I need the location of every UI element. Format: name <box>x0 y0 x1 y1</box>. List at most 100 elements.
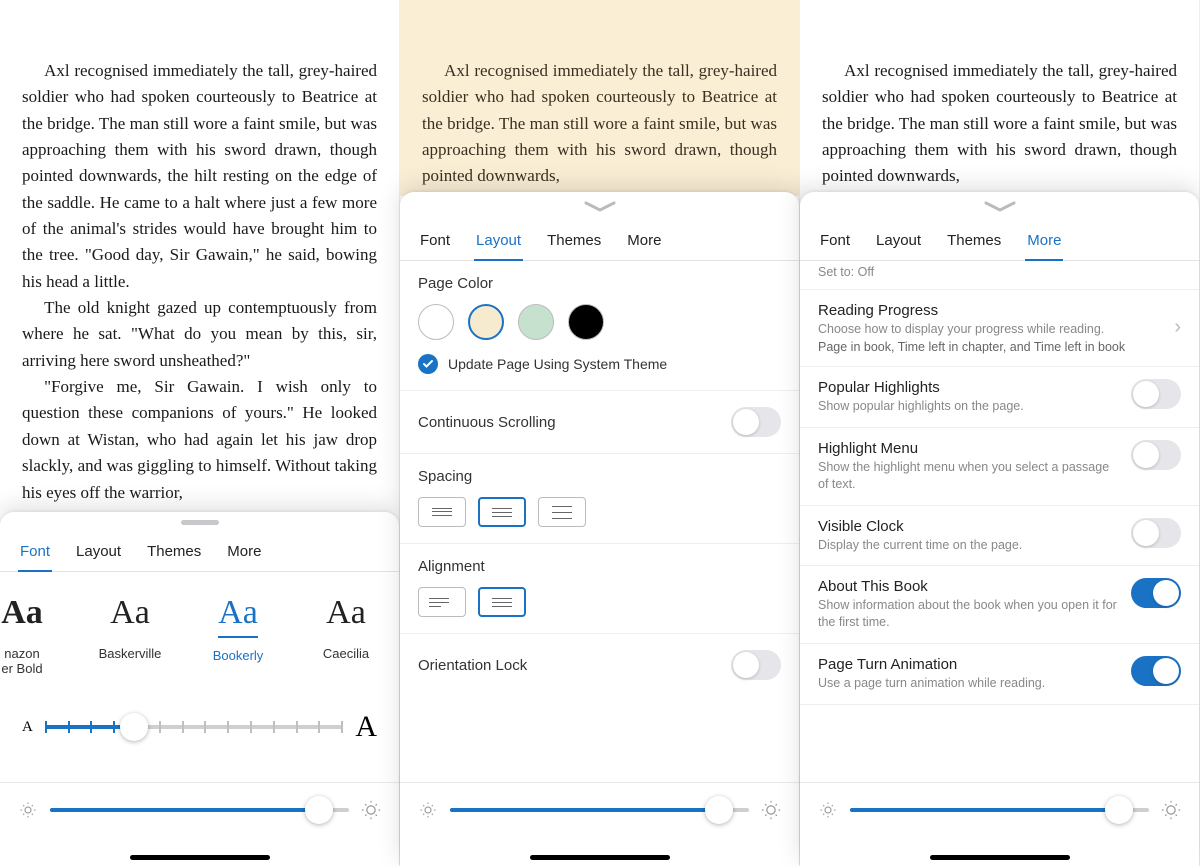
font-size-min-icon: A <box>22 719 33 736</box>
font-swatch: Aa <box>326 594 366 636</box>
brightness-bar <box>0 782 399 836</box>
item-subtitle: Display the current time on the page. <box>818 537 1121 554</box>
page-color-swatches <box>418 304 781 340</box>
system-theme-label: Update Page Using System Theme <box>448 356 667 372</box>
continuous-scrolling-toggle[interactable] <box>731 407 781 437</box>
brightness-slider[interactable] <box>850 808 1149 812</box>
sheet-collapse-icon[interactable] <box>980 198 1020 216</box>
brightness-low-icon <box>818 800 838 820</box>
more-item-about-this-book[interactable]: About This BookShow information about th… <box>800 566 1199 644</box>
home-indicator[interactable] <box>130 855 270 860</box>
toggle-switch[interactable] <box>1131 656 1181 686</box>
settings-tabs: Font Layout Themes More <box>800 218 1199 261</box>
section-title: Alignment <box>418 558 781 575</box>
check-icon <box>418 354 438 374</box>
alignment-left[interactable] <box>418 587 466 617</box>
toggle-switch[interactable] <box>1131 379 1181 409</box>
spacing-tight[interactable] <box>418 497 466 527</box>
settings-tabs: Font Layout Themes More <box>0 529 399 572</box>
item-subtitle: Use a page turn animation while reading. <box>818 675 1121 692</box>
settings-sheet-layout: Font Layout Themes More Page Color Updat… <box>400 192 799 866</box>
toggle-switch[interactable] <box>1131 518 1181 548</box>
font-option-bookerly[interactable]: Aa Bookerly <box>196 594 280 663</box>
toggle-switch[interactable] <box>1131 578 1181 608</box>
brightness-bar <box>400 782 799 836</box>
font-name-label: Caecilia <box>304 646 388 661</box>
tab-font[interactable]: Font <box>18 535 52 572</box>
item-title: Highlight Menu <box>818 440 1121 457</box>
page-color-green[interactable] <box>518 304 554 340</box>
page-color-black[interactable] <box>568 304 604 340</box>
brightness-slider[interactable] <box>50 808 349 812</box>
alignment-justify[interactable] <box>478 587 526 617</box>
item-title: Popular Highlights <box>818 379 1121 396</box>
more-settings-list: Reading ProgressChoose how to display yo… <box>800 290 1199 866</box>
page-color-white[interactable] <box>418 304 454 340</box>
book-paragraph: Axl recognised immediately the tall, gre… <box>22 58 377 295</box>
font-size-slider[interactable] <box>45 713 343 741</box>
home-indicator[interactable] <box>930 855 1070 860</box>
more-item-page-turn-animation[interactable]: Page Turn AnimationUse a page turn anima… <box>800 644 1199 705</box>
font-size-max-icon: A <box>355 710 377 744</box>
more-item-highlight-menu[interactable]: Highlight Menu Show the highlight menu wh… <box>800 428 1199 506</box>
settings-sheet-font: Font Layout Themes More Aa nazoner Bold … <box>0 512 399 866</box>
brightness-low-icon <box>418 800 438 820</box>
tab-more[interactable]: More <box>625 224 663 261</box>
font-name-label: nazoner Bold <box>0 646 64 676</box>
book-page-sepia: Axl recognised immediately the tall, gre… <box>400 0 799 196</box>
continuous-scrolling-row: Continuous Scrolling <box>400 391 799 454</box>
alignment-options <box>418 587 781 617</box>
reader-panel-more: Axl recognised immediately the tall, gre… <box>800 0 1200 866</box>
more-item-visible-clock[interactable]: Visible Clock Display the current time on… <box>800 506 1199 567</box>
tab-more[interactable]: More <box>1025 224 1063 261</box>
spacing-medium[interactable] <box>478 497 526 527</box>
sheet-collapse-icon[interactable] <box>580 198 620 216</box>
item-title: Visible Clock <box>818 518 1121 535</box>
chevron-right-icon: › <box>1174 316 1181 339</box>
item-subtitle: Show information about the book when you… <box>818 597 1121 631</box>
item-subtitle: Choose how to display your progress whil… <box>818 321 1164 338</box>
book-paragraph: Axl recognised immediately the tall, gre… <box>822 58 1177 190</box>
slider-thumb[interactable] <box>120 713 148 741</box>
more-item-reading-progress[interactable]: Reading ProgressChoose how to display yo… <box>800 290 1199 367</box>
book-paragraph: The old knight gazed up contemptuously f… <box>22 295 377 374</box>
tab-layout[interactable]: Layout <box>74 535 123 572</box>
slider-thumb[interactable] <box>705 796 733 824</box>
previous-setting-subtext: Set to: Off <box>800 261 1199 290</box>
slider-thumb[interactable] <box>305 796 333 824</box>
brightness-bar <box>800 782 1199 836</box>
sheet-grabber[interactable] <box>181 520 219 525</box>
font-swatch: Aa <box>218 594 258 638</box>
tab-font[interactable]: Font <box>418 224 452 261</box>
brightness-slider[interactable] <box>450 808 749 812</box>
tab-more[interactable]: More <box>225 535 263 572</box>
item-subtitle: Show the highlight menu when you select … <box>818 459 1121 493</box>
tab-themes[interactable]: Themes <box>945 224 1003 261</box>
toggle-switch[interactable] <box>1131 440 1181 470</box>
slider-thumb[interactable] <box>1105 796 1133 824</box>
tab-themes[interactable]: Themes <box>145 535 203 572</box>
system-theme-row[interactable]: Update Page Using System Theme <box>418 354 781 374</box>
spacing-loose[interactable] <box>538 497 586 527</box>
font-swatch: Aa <box>110 594 150 636</box>
page-color-sepia[interactable] <box>468 304 504 340</box>
tab-themes[interactable]: Themes <box>545 224 603 261</box>
page-color-section: Page Color Update Page Using System Them… <box>400 261 799 391</box>
font-name-label: Bookerly <box>196 648 280 663</box>
font-option-caecilia[interactable]: Aa Caecilia <box>304 594 388 661</box>
tab-layout[interactable]: Layout <box>474 224 523 261</box>
reader-panel-font: Axl recognised immediately the tall, gre… <box>0 0 400 866</box>
home-indicator[interactable] <box>530 855 670 860</box>
font-option-amazon-ember-bold[interactable]: Aa nazoner Bold <box>0 594 64 676</box>
tab-layout[interactable]: Layout <box>874 224 923 261</box>
font-option-baskerville[interactable]: Aa Baskerville <box>88 594 172 661</box>
tab-font[interactable]: Font <box>818 224 852 261</box>
section-title: Page Color <box>418 275 781 292</box>
section-title: Spacing <box>418 468 781 485</box>
spacing-section: Spacing <box>400 454 799 544</box>
font-swatch: Aa <box>1 594 43 636</box>
alignment-section: Alignment <box>400 544 799 634</box>
font-family-row[interactable]: Aa nazoner Bold Aa Baskerville Aa Booker… <box>0 572 399 684</box>
orientation-lock-toggle[interactable] <box>731 650 781 680</box>
more-item-popular-highlights[interactable]: Popular HighlightsShow popular highlight… <box>800 367 1199 428</box>
